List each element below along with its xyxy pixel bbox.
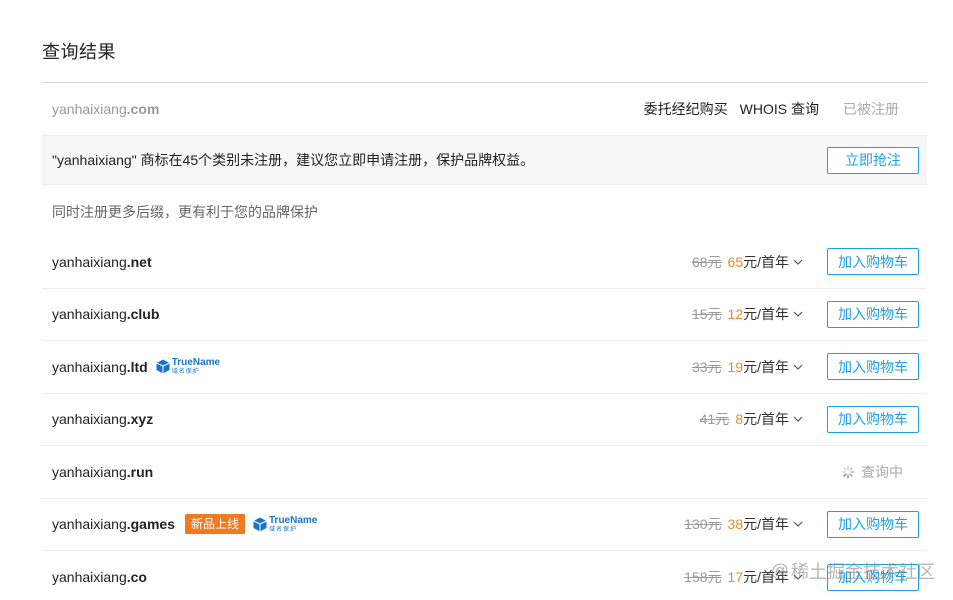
price-unit: 元/首年 xyxy=(743,516,789,533)
loading-spinner-icon xyxy=(841,465,855,479)
truename-sublabel: 域名保护 xyxy=(171,369,200,376)
domain-tld: .ltd xyxy=(126,358,148,375)
domain-name: yanhaixiang .net xyxy=(52,254,152,270)
registered-status: 已被注册 xyxy=(843,101,899,117)
watermark-text: 稀土掘金技术社区 xyxy=(791,562,935,582)
domain-label: yanhaixiang xyxy=(52,358,127,375)
truename-label: TrueName xyxy=(269,514,318,526)
new-price: 65 xyxy=(727,253,744,270)
list-item: yanhaixiang .net 68元 65 元/首年 加入购物车 xyxy=(42,236,927,289)
main-domain-actions: 委托经纪购买 WHOIS 查询 已被注册 xyxy=(644,99,927,119)
add-to-cart-button[interactable]: 加入购物车 xyxy=(827,353,919,381)
main-domain-row: yanhaixiang.com 委托经纪购买 WHOIS 查询 已被注册 xyxy=(42,83,927,135)
list-item: yanhaixiang .run 查询中 xyxy=(42,446,927,499)
domain-tld: .net xyxy=(126,253,152,270)
main-domain-tld: .com xyxy=(126,101,160,117)
price-selector[interactable]: 130元 38 元/首年 xyxy=(684,514,803,534)
domain-label: yanhaixiang xyxy=(52,253,127,270)
chevron-down-icon xyxy=(793,414,803,424)
new-price: 12 xyxy=(727,306,744,323)
new-price: 8 xyxy=(735,411,744,428)
domain-label: yanhaixiang xyxy=(52,516,127,533)
old-price: 130元 xyxy=(684,516,722,533)
price-unit: 元/首年 xyxy=(743,306,789,323)
main-domain: yanhaixiang.com xyxy=(52,101,159,117)
old-price: 158元 xyxy=(684,569,722,586)
old-price: 41元 xyxy=(699,411,730,428)
list-item: yanhaixiang .ltd TrueName 域名保护 33元 19 元/首年… xyxy=(42,341,927,394)
page-title: 查询结果 xyxy=(42,42,116,62)
truename-badge: TrueName 域名保护 xyxy=(156,358,220,375)
add-to-cart-button[interactable]: 加入购物车 xyxy=(827,300,919,328)
list-item: yanhaixiang .xyz 41元 8 元/首年 加入购物车 xyxy=(42,394,927,446)
main-domain-name: yanhaixiang xyxy=(52,101,127,117)
new-price: 19 xyxy=(727,358,744,375)
truename-sublabel: 域名保护 xyxy=(269,526,298,533)
domain-label: yanhaixiang xyxy=(52,463,127,480)
domain-tld: .co xyxy=(126,569,147,586)
row-actions: 130元 38 元/首年 加入购物车 xyxy=(684,510,927,538)
query-results-page: 查询结果 yanhaixiang.com 委托经纪购买 WHOIS 查询 已被注… xyxy=(0,0,953,600)
domain-label: yanhaixiang xyxy=(52,569,127,586)
truename-badge: TrueName 域名保护 xyxy=(253,514,318,533)
old-price: 68元 xyxy=(691,253,722,270)
domain-name: yanhaixiang .xyz xyxy=(52,411,153,427)
chevron-down-icon xyxy=(793,309,803,319)
trademark-notice: "yanhaixiang" 商标在45个类别未注册，建议您立即申请注册，保护品牌… xyxy=(42,135,927,185)
price-selector[interactable]: 15元 12 元/首年 xyxy=(692,304,803,324)
domain-name: yanhaixiang .ltd TrueName 域名保护 xyxy=(52,358,220,376)
new-price: 38 xyxy=(727,516,744,533)
watermark: @ 稀土掘金技术社区 xyxy=(771,558,935,584)
chevron-down-icon xyxy=(793,362,803,372)
register-now-button[interactable]: 立即抢注 xyxy=(827,146,919,174)
list-item: yanhaixiang .games 新品上线 TrueName 域名保护 130元… xyxy=(42,499,927,551)
old-price: 33元 xyxy=(691,358,722,375)
querying-status: 查询中 xyxy=(841,462,903,482)
domain-name: yanhaixiang .club xyxy=(52,306,159,322)
notice-text: "yanhaixiang" 商标在45个类别未注册，建议您立即申请注册，保护品牌… xyxy=(52,152,535,168)
querying-label: 查询中 xyxy=(861,463,903,480)
row-actions: 33元 19 元/首年 加入购物车 xyxy=(692,353,927,381)
domain-name: yanhaixiang .run xyxy=(52,464,153,480)
price-unit: 元/首年 xyxy=(743,411,789,428)
domain-tld: .club xyxy=(126,306,160,323)
old-price: 15元 xyxy=(691,306,722,323)
add-to-cart-button[interactable]: 加入购物车 xyxy=(827,405,919,433)
domain-name: yanhaixiang .co xyxy=(52,569,147,585)
row-actions: 15元 12 元/首年 加入购物车 xyxy=(692,300,927,328)
new-price: 17 xyxy=(727,569,744,586)
domain-name: yanhaixiang .games 新品上线 TrueName 域名保护 xyxy=(52,514,318,535)
price-unit: 元/首年 xyxy=(743,358,789,375)
domain-tld: .games xyxy=(126,516,175,533)
domain-tld: .run xyxy=(126,463,154,480)
row-actions: 68元 65 元/首年 加入购物车 xyxy=(692,248,927,276)
add-to-cart-button[interactable]: 加入购物车 xyxy=(827,248,919,276)
truename-cube-icon xyxy=(156,359,170,374)
add-to-cart-button[interactable]: 加入购物车 xyxy=(827,510,919,538)
price-selector[interactable]: 68元 65 元/首年 xyxy=(692,252,803,272)
chevron-down-icon xyxy=(793,519,803,529)
price-unit: 元/首年 xyxy=(743,253,789,270)
chevron-down-icon xyxy=(793,257,803,267)
price-selector[interactable]: 33元 19 元/首年 xyxy=(692,357,803,377)
truename-label: TrueName xyxy=(171,357,221,369)
new-product-badge: 新品上线 xyxy=(184,514,245,535)
row-actions: 查询中 xyxy=(841,462,927,482)
price-selector[interactable]: 41元 8 元/首年 xyxy=(700,409,803,429)
domain-label: yanhaixiang xyxy=(52,411,127,428)
whois-query-link[interactable]: WHOIS 查询 xyxy=(740,99,819,119)
domain-list: yanhaixiang .net 68元 65 元/首年 加入购物车 yanhai… xyxy=(42,236,927,600)
domain-label: yanhaixiang xyxy=(52,306,127,323)
watermark-at: @ xyxy=(770,560,789,581)
suggestion-subtitle: 同时注册更多后缀，更有利于您的品牌保护 xyxy=(52,204,318,220)
list-item: yanhaixiang .club 15元 12 元/首年 加入购物车 xyxy=(42,289,927,341)
row-actions: 41元 8 元/首年 加入购物车 xyxy=(700,405,927,433)
broker-purchase-link[interactable]: 委托经纪购买 xyxy=(644,99,728,119)
truename-cube-icon xyxy=(253,517,267,532)
domain-tld: .xyz xyxy=(126,411,154,428)
